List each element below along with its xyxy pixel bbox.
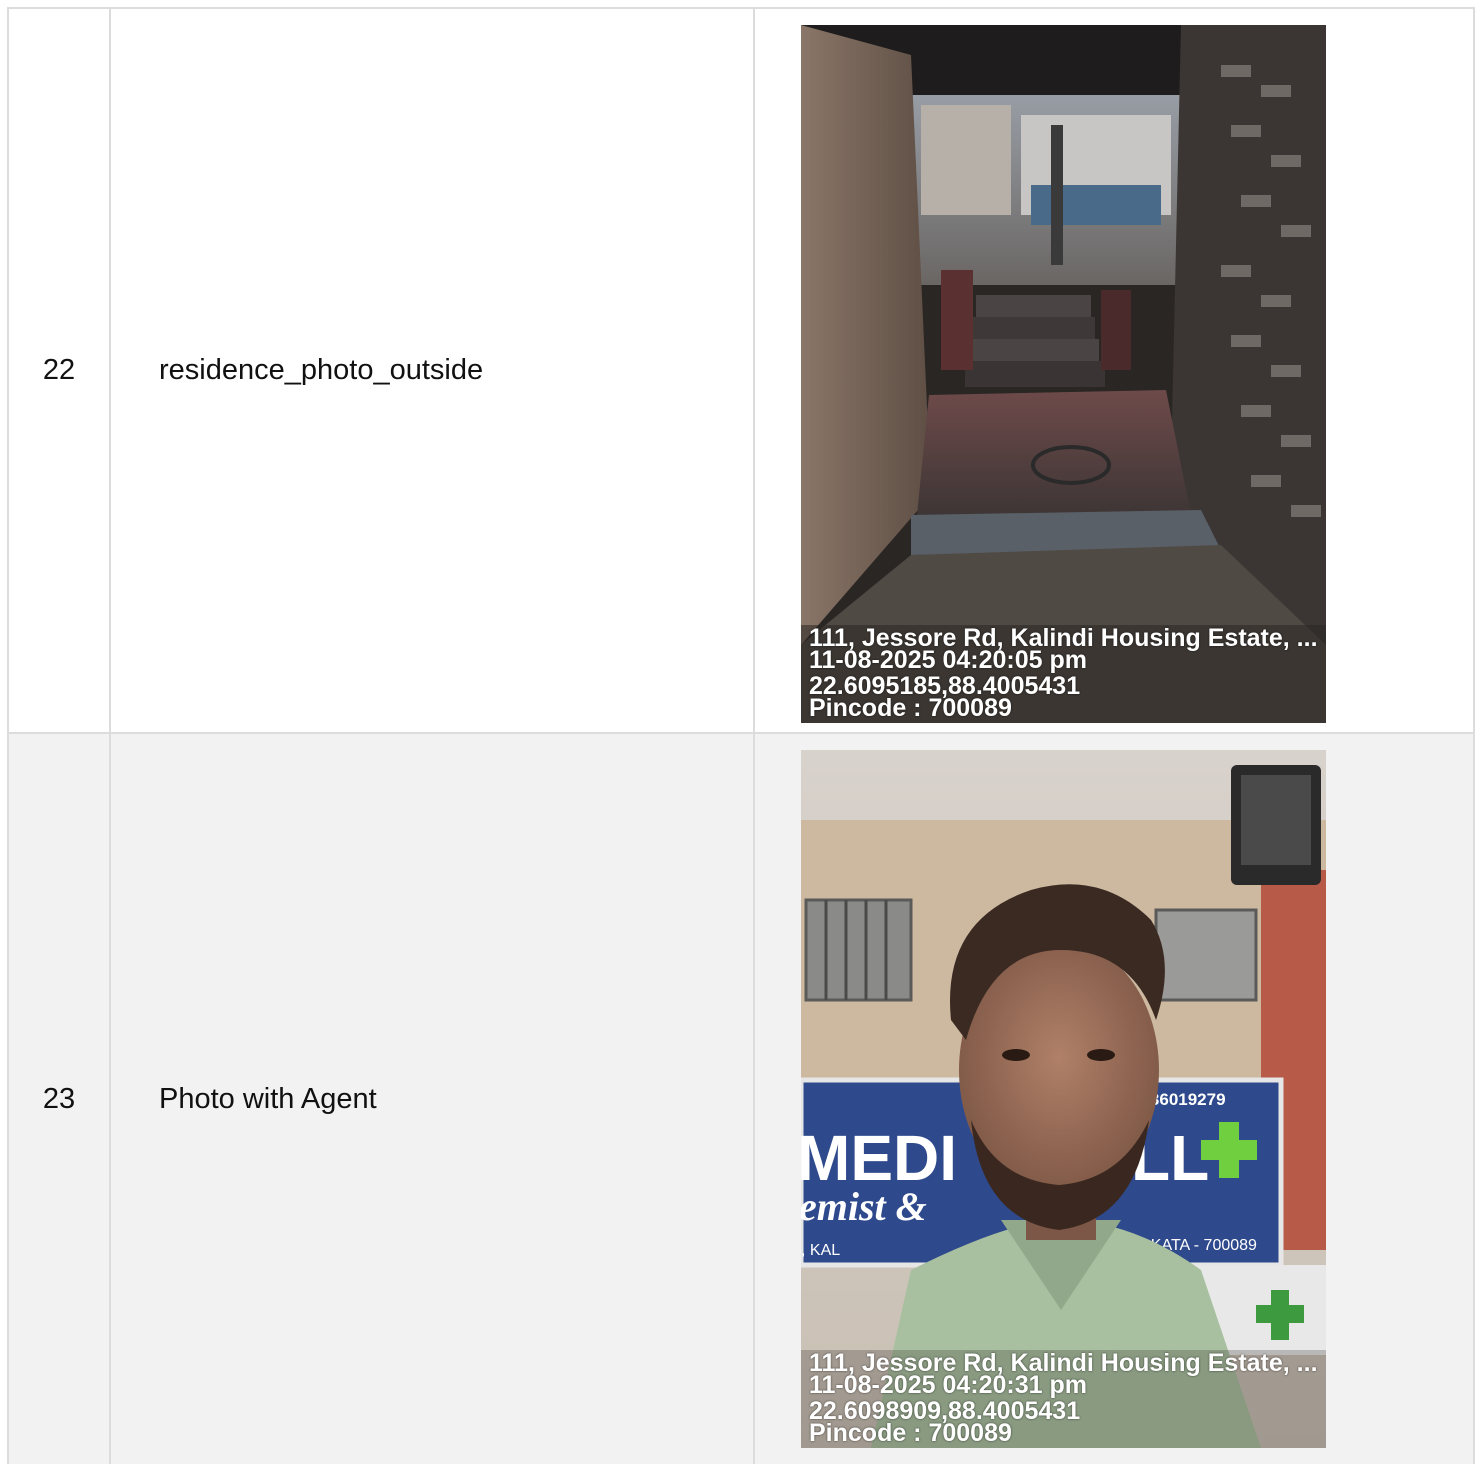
photo-timestamp: 11-08-2025 04:20:31 pm: [809, 1371, 1087, 1399]
photo-table: 22 residence_photo_outside 111, Jessore …: [7, 7, 1475, 1464]
row-number: 22: [42, 354, 76, 386]
residence-photo-image: [801, 25, 1326, 723]
row-label-cell: residence_photo_outside: [111, 9, 755, 732]
agent-photo-image: 9836019279 MEDI LL emist & , KAL 5, KOLK…: [801, 750, 1326, 1448]
photo-geotag-overlay: 111, Jessore Rd, Kalindi Housing Estate,…: [809, 1351, 1318, 1447]
photo-timestamp: 11-08-2025 04:20:05 pm: [809, 646, 1087, 674]
row-number-cell: 23: [9, 734, 111, 1464]
row-photo-cell: 9836019279 MEDI LL emist & , KAL 5, KOLK…: [755, 734, 1475, 1464]
photo-geotag-overlay: 111, Jessore Rd, Kalindi Housing Estate,…: [809, 626, 1318, 722]
row-label: residence_photo_outside: [159, 354, 484, 386]
photo-pincode: Pincode : 700089: [809, 1419, 1012, 1447]
sign-line3b: , KAL: [801, 1242, 840, 1259]
row-label: Photo with Agent: [159, 1082, 377, 1115]
row-number-cell: 22: [9, 9, 111, 732]
row-number: 23: [42, 1082, 76, 1115]
photo-pincode: Pincode : 700089: [809, 694, 1012, 722]
row-photo-cell: 111, Jessore Rd, Kalindi Housing Estate,…: [755, 9, 1475, 732]
table-row: 22 residence_photo_outside 111, Jessore …: [9, 9, 1475, 734]
row-label-cell: Photo with Agent: [111, 734, 755, 1464]
agent-photo: 9836019279 MEDI LL emist & , KAL 5, KOLK…: [801, 750, 1326, 1448]
table-row: 23 Photo with Agent 9836019279 MEDI LL e…: [9, 734, 1475, 1464]
residence-photo: 111, Jessore Rd, Kalindi Housing Estate,…: [801, 25, 1326, 723]
sign-line2: emist &: [801, 1184, 927, 1229]
